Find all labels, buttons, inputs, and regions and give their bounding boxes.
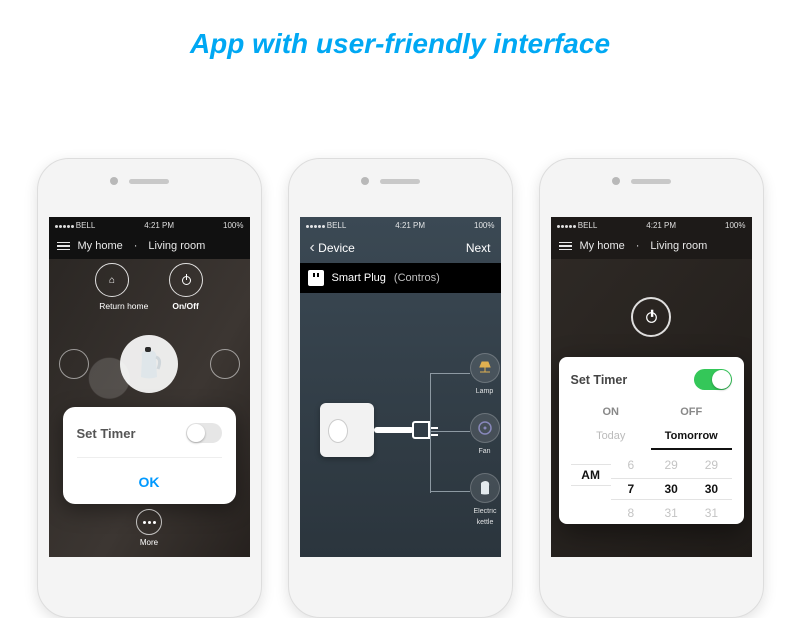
set-timer-popup: Set Timer OK — [63, 407, 236, 504]
power-button[interactable] — [169, 263, 203, 297]
timer-icon-left[interactable] — [59, 349, 89, 379]
power-icon — [646, 312, 657, 323]
phone-row: BELL 4:21 PM 100% My home · Living room … — [0, 158, 800, 618]
location-room[interactable]: Living room — [650, 240, 707, 252]
cable-icon — [374, 427, 414, 433]
more-section: More — [49, 509, 250, 547]
nav-bar: ‹ Device Next — [300, 233, 501, 263]
device-lamp[interactable]: Lamp — [470, 353, 500, 396]
device-header[interactable]: Smart Plug (Contros) — [300, 263, 501, 293]
day-tabs: Today Tomorrow — [571, 424, 732, 450]
nav-row: My home · Living room — [49, 233, 250, 259]
timer-toggle[interactable] — [694, 369, 732, 390]
phone-camera — [110, 177, 118, 185]
chevron-left-icon: ‹ — [310, 239, 315, 256]
ok-button[interactable]: OK — [77, 457, 222, 504]
location-home[interactable]: My home — [580, 240, 625, 252]
hourglass-icon-right[interactable] — [210, 349, 240, 379]
phone-speaker — [129, 179, 169, 184]
phone-left: BELL 4:21 PM 100% My home · Living room … — [37, 158, 262, 618]
more-button[interactable] — [136, 509, 162, 535]
plug-icon — [308, 270, 324, 286]
status-bar: BELL 4:21 PM 100% — [49, 217, 250, 233]
device-brand: (Contros) — [394, 272, 440, 284]
location-home[interactable]: My home — [78, 240, 123, 252]
tab-off[interactable]: OFF — [651, 400, 732, 424]
phone-camera — [612, 177, 620, 185]
tab-tomorrow[interactable]: Tomorrow — [651, 424, 732, 450]
panel-title: Set Timer — [571, 373, 628, 387]
set-timer-panel: Set Timer ON OFF Today Tomorrow AM — [559, 357, 744, 524]
page-headline: App with user-friendly interface — [0, 0, 800, 82]
popup-title: Set Timer — [77, 426, 136, 441]
minute-column[interactable]: 29 30 31 — [651, 458, 691, 520]
connection-diagram: Lamp Fan Electric kettle — [300, 293, 501, 513]
ampm-column[interactable]: AM — [571, 458, 611, 520]
time-picker[interactable]: AM 6 7 8 29 30 31 29 30 — [571, 450, 732, 520]
power-button[interactable] — [631, 297, 671, 337]
status-bar: BELL 4:21 PM 100% — [300, 217, 501, 233]
kettle-icon — [134, 347, 164, 381]
phone-camera — [361, 177, 369, 185]
phone-right: BELL 4:21 PM 100% My home · Living room … — [539, 158, 764, 618]
menu-icon[interactable] — [57, 242, 70, 251]
more-icon — [143, 521, 156, 524]
kettle-icon — [478, 480, 492, 496]
quick-actions: ⌂ — [49, 263, 250, 297]
phone-speaker — [631, 179, 671, 184]
location-room[interactable]: Living room — [148, 240, 205, 252]
next-button[interactable]: Next — [466, 241, 491, 255]
screen-center: BELL 4:21 PM 100% ‹ Device Next Smart Pl… — [300, 217, 501, 557]
timer-toggle[interactable] — [186, 423, 222, 443]
device-fan[interactable]: Fan — [470, 413, 500, 456]
fan-icon — [477, 420, 493, 436]
home-icon: ⌂ — [109, 275, 115, 286]
nav-row: My home · Living room — [551, 233, 752, 259]
hour-column[interactable]: 6 7 8 — [611, 458, 651, 520]
second-column[interactable]: 29 30 31 — [691, 458, 731, 520]
device-kettle[interactable]: Electric kettle — [470, 473, 501, 527]
phone-center: BELL 4:21 PM 100% ‹ Device Next Smart Pl… — [288, 158, 513, 618]
back-button[interactable]: ‹ Device — [310, 239, 355, 257]
device-kettle[interactable] — [120, 335, 178, 393]
tab-today[interactable]: Today — [571, 424, 652, 450]
return-home-button[interactable]: ⌂ — [95, 263, 129, 297]
screen-right: BELL 4:21 PM 100% My home · Living room … — [551, 217, 752, 557]
on-off-tabs: ON OFF — [571, 400, 732, 424]
status-bar: BELL 4:21 PM 100% — [551, 217, 752, 233]
power-icon — [182, 276, 191, 285]
screen-left: BELL 4:21 PM 100% My home · Living room … — [49, 217, 250, 557]
lamp-icon — [477, 360, 493, 376]
phone-speaker — [380, 179, 420, 184]
wall-socket — [320, 403, 374, 457]
device-name: Smart Plug — [332, 272, 386, 284]
tab-on[interactable]: ON — [571, 400, 652, 424]
menu-icon[interactable] — [559, 242, 572, 251]
plug-prong-icon — [412, 421, 430, 439]
quick-action-labels: Return home On/Off — [49, 301, 250, 311]
